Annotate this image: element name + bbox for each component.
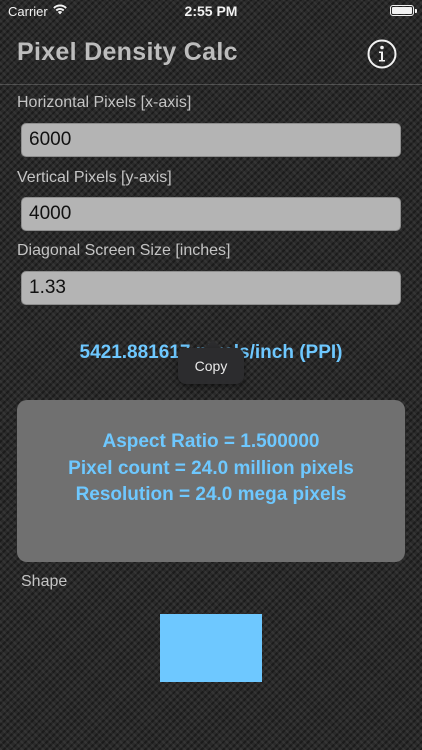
info-icon[interactable] bbox=[366, 38, 398, 70]
copy-button[interactable]: Copy bbox=[178, 348, 244, 384]
nav-header: Pixel Density Calc bbox=[0, 30, 422, 82]
horizontal-pixels-label: Horizontal Pixels [x-axis] bbox=[17, 94, 192, 111]
copy-menu-arrow bbox=[205, 340, 221, 348]
diagonal-size-label: Diagonal Screen Size [inches] bbox=[17, 242, 231, 259]
vertical-pixels-label: Vertical Pixels [y-axis] bbox=[17, 169, 172, 186]
resolution-text: Resolution = 24.0 mega pixels bbox=[75, 484, 347, 505]
page-title: Pixel Density Calc bbox=[17, 38, 238, 66]
pixel-count-text: Pixel count = 24.0 million pixels bbox=[68, 458, 354, 479]
header-divider bbox=[0, 84, 422, 85]
status-time: 2:55 PM bbox=[184, 3, 238, 19]
shape-preview bbox=[160, 614, 262, 682]
vertical-pixels-input[interactable] bbox=[21, 197, 401, 231]
horizontal-pixels-input[interactable] bbox=[21, 123, 401, 157]
battery-icon bbox=[390, 5, 417, 16]
stats-panel: Aspect Ratio = 1.500000 Pixel count = 24… bbox=[17, 400, 405, 562]
diagonal-size-input[interactable] bbox=[21, 271, 401, 305]
shape-label: Shape bbox=[21, 573, 68, 590]
status-bar: Carrier 2:55 PM bbox=[0, 0, 422, 22]
aspect-ratio-text: Aspect Ratio = 1.500000 bbox=[102, 431, 320, 452]
